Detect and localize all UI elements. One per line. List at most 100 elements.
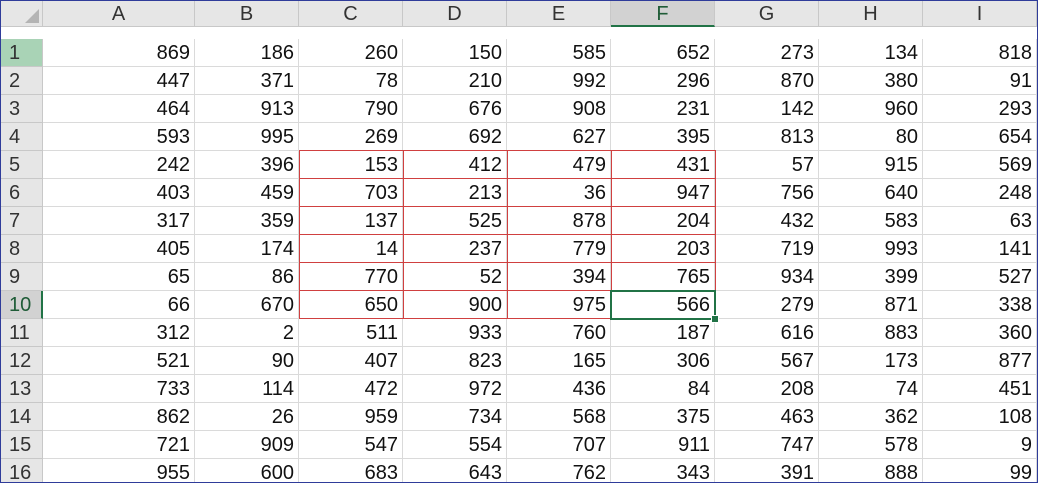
row-header-16[interactable]: 16 [1,459,43,482]
select-all-corner[interactable] [1,1,43,27]
cell-g10[interactable]: 279 [715,291,819,319]
cell-h15[interactable]: 578 [819,431,923,459]
cell-h13[interactable]: 74 [819,375,923,403]
cell-e13[interactable]: 436 [507,375,611,403]
cell-g13[interactable]: 208 [715,375,819,403]
cell-g2[interactable]: 870 [715,67,819,95]
column-header-a[interactable]: A [43,1,195,27]
cell-b13[interactable]: 114 [195,375,299,403]
cell-b10[interactable]: 670 [195,291,299,319]
cell-f3[interactable]: 231 [611,95,715,123]
cell-h3[interactable]: 960 [819,95,923,123]
cell-a15[interactable]: 721 [43,431,195,459]
cell-g1[interactable]: 273 [715,39,819,67]
cell-a16[interactable]: 955 [43,459,195,482]
cell-h9[interactable]: 399 [819,263,923,291]
cell-c10[interactable]: 650 [299,291,403,319]
cell-f7[interactable]: 204 [611,207,715,235]
cell-a8[interactable]: 405 [43,235,195,263]
cell-f5[interactable]: 431 [611,151,715,179]
cell-f12[interactable]: 306 [611,347,715,375]
cell-b16[interactable]: 600 [195,459,299,482]
cell-h2[interactable]: 380 [819,67,923,95]
cell-f16[interactable]: 343 [611,459,715,482]
cell-e9[interactable]: 394 [507,263,611,291]
row-header-11[interactable]: 11 [1,319,43,347]
cell-a9[interactable]: 65 [43,263,195,291]
cell-b15[interactable]: 909 [195,431,299,459]
cell-c4[interactable]: 269 [299,123,403,151]
cell-e7[interactable]: 878 [507,207,611,235]
cell-h5[interactable]: 915 [819,151,923,179]
column-header-e[interactable]: E [507,1,611,27]
cell-i3[interactable]: 293 [923,95,1037,123]
cell-d8[interactable]: 237 [403,235,507,263]
row-header-7[interactable]: 7 [1,207,43,235]
cell-g4[interactable]: 813 [715,123,819,151]
cell-h11[interactable]: 883 [819,319,923,347]
cell-c7[interactable]: 137 [299,207,403,235]
cell-h14[interactable]: 362 [819,403,923,431]
row-header-14[interactable]: 14 [1,403,43,431]
cell-a14[interactable]: 862 [43,403,195,431]
cell-b9[interactable]: 86 [195,263,299,291]
cell-i11[interactable]: 360 [923,319,1037,347]
cell-i15[interactable]: 9 [923,431,1037,459]
cell-c11[interactable]: 511 [299,319,403,347]
cell-g8[interactable]: 719 [715,235,819,263]
cell-b5[interactable]: 396 [195,151,299,179]
cell-d10[interactable]: 900 [403,291,507,319]
cell-d5[interactable]: 412 [403,151,507,179]
cell-e3[interactable]: 908 [507,95,611,123]
cell-c14[interactable]: 959 [299,403,403,431]
cell-h12[interactable]: 173 [819,347,923,375]
cell-g14[interactable]: 463 [715,403,819,431]
cell-g15[interactable]: 747 [715,431,819,459]
cell-f8[interactable]: 203 [611,235,715,263]
cell-d9[interactable]: 52 [403,263,507,291]
cell-i12[interactable]: 877 [923,347,1037,375]
cell-d15[interactable]: 554 [403,431,507,459]
cell-h4[interactable]: 80 [819,123,923,151]
cell-e11[interactable]: 760 [507,319,611,347]
column-header-i[interactable]: I [923,1,1037,27]
cell-a2[interactable]: 447 [43,67,195,95]
cell-d2[interactable]: 210 [403,67,507,95]
cell-i7[interactable]: 63 [923,207,1037,235]
cell-i16[interactable]: 99 [923,459,1037,482]
cell-e6[interactable]: 36 [507,179,611,207]
cell-a3[interactable]: 464 [43,95,195,123]
cell-i4[interactable]: 654 [923,123,1037,151]
cell-f1[interactable]: 652 [611,39,715,67]
cell-h16[interactable]: 888 [819,459,923,482]
cell-i9[interactable]: 527 [923,263,1037,291]
cell-h8[interactable]: 993 [819,235,923,263]
row-header-2[interactable]: 2 [1,67,43,95]
row-header-8[interactable]: 8 [1,235,43,263]
cell-c8[interactable]: 14 [299,235,403,263]
cell-d6[interactable]: 213 [403,179,507,207]
cell-a6[interactable]: 403 [43,179,195,207]
cell-f15[interactable]: 911 [611,431,715,459]
cell-e12[interactable]: 165 [507,347,611,375]
cell-e10[interactable]: 975 [507,291,611,319]
row-header-4[interactable]: 4 [1,123,43,151]
cell-f4[interactable]: 395 [611,123,715,151]
cell-e1[interactable]: 585 [507,39,611,67]
cell-i8[interactable]: 141 [923,235,1037,263]
cell-d16[interactable]: 643 [403,459,507,482]
cell-c13[interactable]: 472 [299,375,403,403]
cell-b3[interactable]: 913 [195,95,299,123]
cell-e15[interactable]: 707 [507,431,611,459]
cell-e14[interactable]: 568 [507,403,611,431]
cell-c16[interactable]: 683 [299,459,403,482]
cell-b12[interactable]: 90 [195,347,299,375]
cell-g6[interactable]: 756 [715,179,819,207]
cell-f9[interactable]: 765 [611,263,715,291]
cell-c6[interactable]: 703 [299,179,403,207]
row-header-13[interactable]: 13 [1,375,43,403]
cell-d4[interactable]: 692 [403,123,507,151]
cell-g11[interactable]: 616 [715,319,819,347]
column-header-g[interactable]: G [715,1,819,27]
cell-f11[interactable]: 187 [611,319,715,347]
